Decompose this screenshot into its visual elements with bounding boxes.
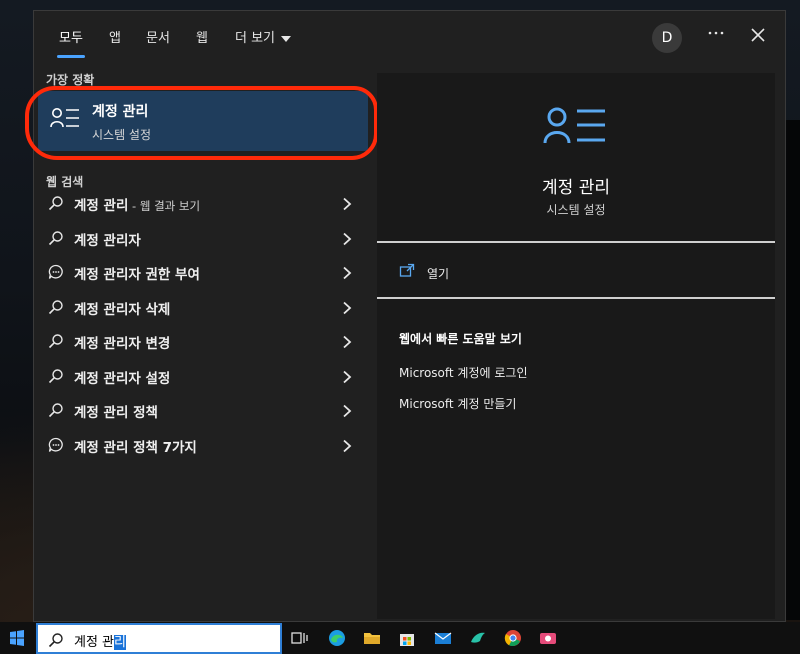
open-label: 열기 xyxy=(427,267,450,281)
details-pane: 계정 관리 시스템 설정 열기 웹에서 빠른 도움말 보기 Microsoft … xyxy=(377,73,775,619)
search-icon xyxy=(48,333,64,353)
search-icon xyxy=(48,299,64,319)
ellipsis-icon xyxy=(708,31,724,35)
tab-more[interactable]: 더 보기 xyxy=(235,27,292,47)
tab-all[interactable]: 모두 xyxy=(57,27,85,58)
open-button[interactable]: 열기 xyxy=(399,261,759,287)
chevron-right-icon xyxy=(342,334,352,353)
web-search-item[interactable]: 계정 관리자 권한 부여 xyxy=(38,256,368,286)
web-search-item-label: 계정 관리 정책 7가지 xyxy=(74,439,197,456)
web-search-item[interactable]: 계정 관리자 변경 xyxy=(38,325,368,355)
edge-browser-icon[interactable] xyxy=(327,628,347,648)
chevron-down-icon xyxy=(281,35,292,42)
chevron-right-icon xyxy=(342,265,352,284)
taskbar-search-text: 계정 관리 xyxy=(74,631,126,650)
chevron-right-icon xyxy=(342,196,352,215)
web-search-item-label: 계정 관리자 xyxy=(74,232,141,249)
file-explorer-icon[interactable] xyxy=(362,628,382,648)
search-icon xyxy=(48,368,64,388)
web-search-item[interactable]: 계정 관리자 설정 xyxy=(38,360,368,390)
taskbar-search-box[interactable]: 계정 관리 xyxy=(36,623,282,654)
search-text-selected: 리 xyxy=(114,635,126,650)
mail-icon[interactable] xyxy=(433,628,453,648)
tab-documents[interactable]: 문서 xyxy=(146,27,170,47)
details-subtitle: 시스템 설정 xyxy=(546,203,606,217)
best-match-title: 계정 관리 xyxy=(92,104,149,120)
store-icon[interactable] xyxy=(397,628,417,648)
search-icon xyxy=(48,632,64,652)
tab-more-label: 더 보기 xyxy=(235,31,276,46)
details-title: 계정 관리 xyxy=(542,178,610,198)
chevron-right-icon xyxy=(342,369,352,388)
results-list: 가장 정확 계정 관리 시스템 설정 웹 검색 계정 관리 - 웹 결과 보기 xyxy=(25,63,378,621)
close-button[interactable] xyxy=(746,23,770,47)
chevron-right-icon xyxy=(342,300,352,319)
help-link-create-account[interactable]: Microsoft 계정 만들기 xyxy=(399,395,516,412)
web-search-item[interactable]: 계정 관리 - 웹 결과 보기 xyxy=(38,187,368,217)
chevron-right-icon xyxy=(342,231,352,250)
open-external-icon xyxy=(399,263,415,283)
task-view-icon[interactable] xyxy=(290,628,310,648)
quick-help-header: 웹에서 빠른 도움말 보기 xyxy=(399,332,522,346)
web-search-item-label: 계정 관리자 삭제 xyxy=(74,301,171,318)
snip-tool-icon[interactable] xyxy=(538,628,558,648)
taskbar: 계정 관리 xyxy=(0,622,800,654)
tab-web[interactable]: 웹 xyxy=(196,27,208,47)
search-text-plain: 계정 관 xyxy=(74,635,115,650)
start-button[interactable] xyxy=(0,622,34,654)
account-settings-icon xyxy=(543,105,607,149)
web-search-item-suffix: - 웹 결과 보기 xyxy=(128,199,201,213)
search-tabbar: 모두 앱 문서 웹 더 보기 D xyxy=(34,11,785,61)
web-search-item-label: 계정 관리자 설정 xyxy=(74,370,171,387)
chat-bubble-icon xyxy=(48,437,64,457)
chat-bubble-icon xyxy=(48,264,64,284)
web-search-item-label: 계정 관리자 변경 xyxy=(74,336,171,352)
windows-logo-icon xyxy=(10,630,24,646)
divider xyxy=(377,241,775,243)
web-search-item-label: 계정 관리 정책 xyxy=(74,405,158,421)
search-icon xyxy=(48,402,64,422)
account-settings-icon xyxy=(50,107,80,133)
help-link-sign-in[interactable]: Microsoft 계정에 로그인 xyxy=(399,364,527,381)
close-icon xyxy=(751,28,765,42)
user-avatar[interactable]: D xyxy=(652,23,682,53)
divider xyxy=(377,297,775,299)
web-search-item-text: 계정 관리 xyxy=(74,198,129,214)
tab-apps[interactable]: 앱 xyxy=(109,27,121,47)
chevron-right-icon xyxy=(342,403,352,422)
search-icon xyxy=(48,230,64,250)
web-search-item-label: 계정 관리 - 웹 결과 보기 xyxy=(74,194,200,214)
web-search-item[interactable]: 계정 관리 정책 xyxy=(38,394,368,424)
search-window: 모두 앱 문서 웹 더 보기 D 가장 정확 계정 관리 시스템 설정 웹 검색… xyxy=(25,10,786,622)
best-match-item[interactable]: 계정 관리 시스템 설정 xyxy=(38,91,368,151)
best-match-subtitle: 시스템 설정 xyxy=(92,128,152,142)
more-options-button[interactable] xyxy=(704,23,728,47)
search-icon xyxy=(48,195,64,215)
web-search-item[interactable]: 계정 관리자 xyxy=(38,222,368,252)
web-search-item[interactable]: 계정 관리자 삭제 xyxy=(38,291,368,321)
web-search-item[interactable]: 계정 관리 정책 7가지 xyxy=(38,429,368,459)
best-match-header: 가장 정확 xyxy=(46,73,95,87)
web-search-item-label: 계정 관리자 권한 부여 xyxy=(74,267,200,283)
app-bird-icon[interactable] xyxy=(468,628,488,648)
chrome-icon[interactable] xyxy=(503,628,523,648)
chevron-right-icon xyxy=(342,438,352,457)
